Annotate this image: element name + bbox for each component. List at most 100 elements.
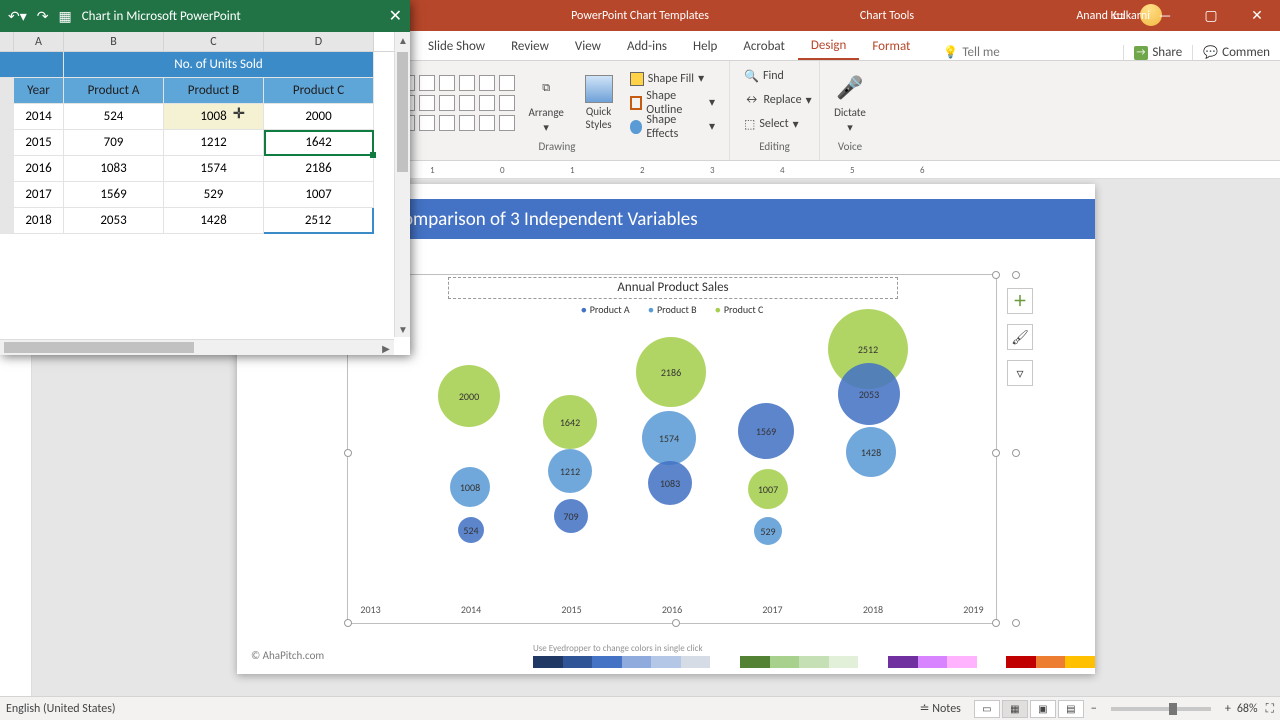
view-reading-icon[interactable]: ▣ <box>1030 700 1056 718</box>
scroll-up-icon[interactable]: ▲ <box>395 32 410 48</box>
bubble-c-2015[interactable]: 1642 <box>543 395 597 449</box>
bubble-c-2014[interactable]: 2000 <box>438 365 500 427</box>
scroll-down-icon[interactable]: ▼ <box>395 321 410 337</box>
bubble-b-2017[interactable]: 529 <box>754 517 782 545</box>
legend-item-c[interactable]: Product C <box>715 303 764 316</box>
zoom-in-icon[interactable]: + <box>1225 702 1231 716</box>
ribbon-display-options-icon[interactable]: ▭ <box>1096 0 1142 31</box>
dictate-button[interactable]: 🎤Dictate▾ <box>834 72 866 134</box>
bubble-a-2014[interactable]: 524 <box>458 517 484 543</box>
bubble-a-2017[interactable]: 1569 <box>738 403 794 459</box>
chart-styles-button[interactable]: 🖌 <box>1007 324 1033 350</box>
col-header-d[interactable]: D <box>264 32 374 51</box>
scroll-thumb-h[interactable] <box>4 342 194 353</box>
scroll-thumb-v[interactable] <box>397 52 408 172</box>
legend-item-a[interactable]: Product A <box>581 303 630 316</box>
shape-outline-menu[interactable]: Shape Outline ▾ <box>630 92 715 114</box>
share-button[interactable]: Share <box>1123 45 1193 60</box>
bubble-b-2015[interactable]: 1212 <box>548 449 592 493</box>
excel-vertical-scrollbar[interactable]: ▲ ▼ <box>394 32 410 337</box>
tab-slideshow[interactable]: Slide Show <box>415 32 498 60</box>
bubble-a-2015[interactable]: 709 <box>554 499 588 533</box>
scroll-right-icon[interactable]: ▶ <box>378 340 394 355</box>
excel-title-bar[interactable]: ↶▾ ↷ ▦ Chart in Microsoft PowerPoint ✕ <box>0 0 410 32</box>
tab-chart-format[interactable]: Format <box>859 32 923 60</box>
group-label-voice: Voice <box>834 140 866 158</box>
zoom-level[interactable]: 68% <box>1237 702 1258 716</box>
cell-c-2014[interactable]: 1008 <box>164 104 264 130</box>
tab-addins[interactable]: Add-ins <box>614 32 680 60</box>
col-header-c[interactable]: C <box>164 32 264 51</box>
tab-view[interactable]: View <box>562 32 614 60</box>
bubble-b-2014[interactable]: 1008 <box>450 467 490 507</box>
shape-fill-menu[interactable]: Shape Fill ▾ <box>630 68 715 90</box>
edit-data-icon[interactable]: ▦ <box>59 8 72 25</box>
chart-plot-area[interactable]: 2000 1008 524 1642 1212 709 2186 1574 10… <box>358 319 986 599</box>
col-header-a[interactable]: A <box>14 32 64 51</box>
quick-styles-button[interactable]: Quick Styles <box>577 75 619 131</box>
group-label-drawing: Drawing <box>399 140 715 158</box>
bubble-b-2018[interactable]: 1428 <box>846 427 896 477</box>
table-row: 2017 1569 529 1007 <box>0 182 410 208</box>
language-status[interactable]: English (United States) <box>6 702 116 716</box>
cell-year-header[interactable]: Year <box>0 78 64 104</box>
table-row: 2015 709 1212 1642 <box>0 130 410 156</box>
fit-to-window-icon[interactable]: ⛶ <box>1266 702 1274 716</box>
comments-button[interactable]: Commen <box>1193 45 1280 60</box>
col-header-b[interactable]: B <box>64 32 164 51</box>
merged-header-cell[interactable]: No. of Units Sold <box>64 52 374 78</box>
zoom-slider[interactable] <box>1111 707 1211 711</box>
bubble-b-2016[interactable]: 1574 <box>642 411 696 465</box>
shape-effects-menu[interactable]: Shape Effects ▾ <box>630 116 715 138</box>
tab-review[interactable]: Review <box>498 32 562 60</box>
undo-icon[interactable]: ↶▾ <box>8 8 27 25</box>
slide-title-banner[interactable]: omparison of 3 Independent Variables <box>355 199 1095 239</box>
chart-object[interactable]: Annual Product Sales Product A Product B… <box>347 274 997 624</box>
chart-filters-button[interactable]: ▿ <box>1007 360 1033 386</box>
bubble-a-2018[interactable]: 2053 <box>838 363 900 425</box>
view-sorter-icon[interactable]: ▦ <box>1002 700 1028 718</box>
zoom-out-icon[interactable]: − <box>1091 702 1097 716</box>
view-normal-icon[interactable]: ▭ <box>974 700 1000 718</box>
legend-item-b[interactable]: Product B <box>648 303 697 316</box>
tab-help[interactable]: Help <box>680 32 730 60</box>
cell-pa-header[interactable]: Product A <box>64 78 164 104</box>
shape-effects-icon <box>630 120 643 134</box>
excel-grid[interactable]: A B C D No. of Units Sold Year Product A… <box>0 32 410 355</box>
shapes-gallery[interactable] <box>399 75 515 131</box>
chart-x-axis: 2013 2014 2015 2016 2017 2018 2019 <box>358 603 986 617</box>
excel-horizontal-scrollbar[interactable]: ▶ <box>0 339 394 355</box>
excel-close-icon[interactable]: ✕ <box>389 6 402 26</box>
tell-me-search[interactable]: Tell me <box>943 45 999 60</box>
cell-pb-header[interactable]: Product B <box>164 78 264 104</box>
color-palette-strip[interactable] <box>533 656 1095 668</box>
selected-cell-d3[interactable]: 1642 <box>264 130 374 156</box>
bubble-c-2016[interactable]: 2186 <box>636 337 706 407</box>
select-button[interactable]: ⬚Select ▾ <box>744 113 799 135</box>
find-button[interactable]: 🔍Find <box>744 65 784 87</box>
notes-button[interactable]: ≐ Notes <box>919 701 960 716</box>
shape-fill-icon <box>630 72 644 86</box>
arrange-button[interactable]: ⧉Arrange▾ <box>525 72 567 134</box>
chart-legend[interactable]: Product A Product B Product C <box>348 303 996 316</box>
maximize-icon[interactable]: ▢ <box>1188 0 1234 31</box>
bubble-c-2017[interactable]: 1007 <box>748 469 788 509</box>
minimize-icon[interactable]: — <box>1142 0 1188 31</box>
chart-tools-contextual-tab[interactable]: Chart Tools <box>832 0 942 31</box>
replace-button[interactable]: ↔Replace ▾ <box>744 89 812 111</box>
bubble-a-2016[interactable]: 1083 <box>648 461 692 505</box>
cell-cursor-icon: ✛ <box>233 105 245 122</box>
tab-chart-design[interactable]: Design <box>798 32 859 60</box>
chart-title[interactable]: Annual Product Sales <box>448 277 898 299</box>
microphone-icon: 🎤 <box>834 72 866 104</box>
redo-icon[interactable]: ↷ <box>37 8 49 25</box>
select-all-corner[interactable] <box>0 32 14 51</box>
chart-elements-button[interactable]: ＋ <box>1007 288 1033 314</box>
tab-acrobat[interactable]: Acrobat <box>730 32 798 60</box>
table-row: 2018 2053 1428 2512 <box>0 208 410 234</box>
slide-credit: © AhaPitch.com <box>251 649 324 662</box>
view-slideshow-icon[interactable]: ▤ <box>1058 700 1084 718</box>
cell-pc-header[interactable]: Product C <box>264 78 374 104</box>
close-icon[interactable]: ✕ <box>1234 0 1280 31</box>
chart-data-excel-window[interactable]: ↶▾ ↷ ▦ Chart in Microsoft PowerPoint ✕ A… <box>0 0 410 355</box>
